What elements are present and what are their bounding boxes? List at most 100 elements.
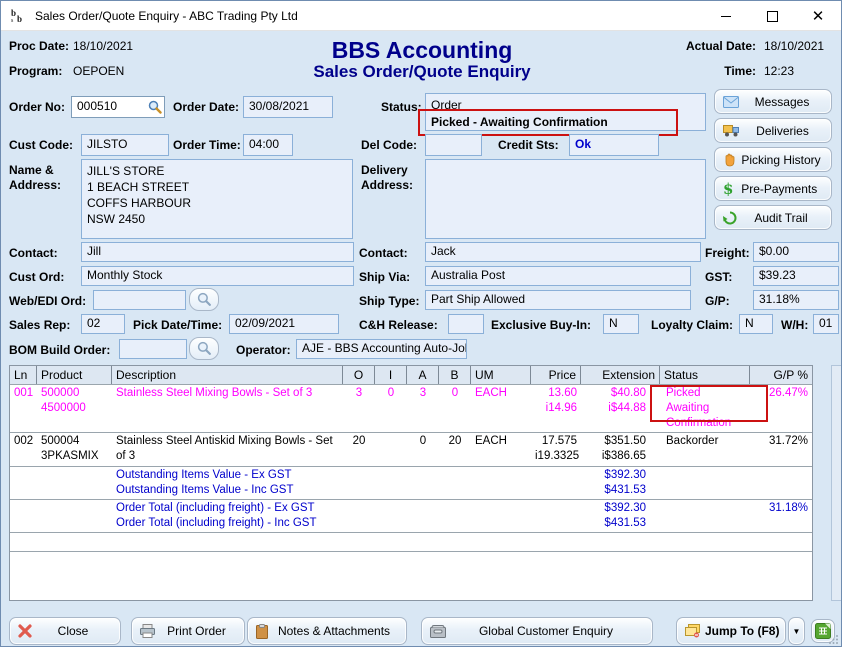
cell-product-line2: 3PKASMIX <box>41 449 108 464</box>
cust-code-field: JILSTO <box>81 134 169 156</box>
app-window: b b s Sales Order/Quote Enquiry - ABC Tr… <box>0 0 842 647</box>
cell-a: 3 <box>407 385 439 432</box>
wh-label: W/H: <box>781 318 808 332</box>
audit-trail-button-label: Audit Trail <box>741 211 831 225</box>
cell-extension-line1: $351.50 <box>585 434 646 449</box>
column-header-a: A <box>407 366 439 384</box>
cell-extension-line2: i$386.65 <box>585 449 646 464</box>
global-customer-enquiry-button[interactable]: Global Customer Enquiry <box>421 617 653 645</box>
line-items-table: Ln Product Description O I A B UM Price … <box>9 365 813 601</box>
sales-rep-field: 02 <box>81 314 125 334</box>
outstanding-inc-gst-label: Outstanding Items Value - Inc GST <box>116 483 339 498</box>
loyalty-claim-field: N <box>739 314 773 334</box>
address-line-4: NSW 2450 <box>87 211 347 227</box>
cell-i <box>375 433 407 466</box>
time-value: 12:23 <box>764 64 794 78</box>
jump-folders-icon <box>685 624 701 638</box>
table-scrollbar[interactable] <box>831 365 842 601</box>
name-address-label: Name & Address: <box>9 163 71 193</box>
close-button[interactable]: Close <box>9 617 121 645</box>
print-order-button-label: Print Order <box>159 624 244 638</box>
table-row-002[interactable]: 002 500004 3PKASMIX Stainless Steel Anti… <box>10 433 812 467</box>
cell-price-line2: i19.3325 <box>535 449 577 464</box>
jump-to-dropdown-button[interactable]: ▼ <box>788 617 805 645</box>
cell-status: Picked Awaiting Confirmation <box>660 385 750 432</box>
maximize-button[interactable] <box>749 1 795 31</box>
column-header-o: O <box>343 366 375 384</box>
order-total-summary-row: Order Total (including freight) - Ex GST… <box>10 500 812 533</box>
bom-search-button[interactable] <box>189 337 219 360</box>
ch-release-field <box>448 314 484 334</box>
status-label: Status: <box>381 100 422 114</box>
exclusive-buyin-label: Exclusive Buy-In: <box>491 318 591 332</box>
picking-history-button-label: Picking History <box>741 153 831 167</box>
contact-field: Jill <box>81 242 354 262</box>
outstanding-summary-row: Outstanding Items Value - Ex GST Outstan… <box>10 467 812 500</box>
resize-grip[interactable] <box>829 634 839 644</box>
truck-icon <box>723 124 740 137</box>
dollar-icon: $ <box>723 180 733 198</box>
print-order-button[interactable]: Print Order <box>131 617 245 645</box>
gp-field: 31.18% <box>753 290 839 310</box>
notes-attachments-button[interactable]: Notes & Attachments <box>247 617 407 645</box>
ch-release-label: C&H Release: <box>359 318 438 332</box>
bom-build-order-label: BOM Build Order: <box>9 343 110 357</box>
credit-sts-field: Ok <box>569 134 659 156</box>
cell-extension-line2: i$44.88 <box>585 401 646 416</box>
status-line-1: Order <box>431 97 700 114</box>
sales-rep-label: Sales Rep: <box>9 318 70 332</box>
web-edi-search-button[interactable] <box>189 288 219 311</box>
card-file-icon <box>430 625 446 638</box>
cust-ord-field: Monthly Stock <box>81 266 354 286</box>
cell-description: Stainless Steel Mixing Bowls - Set of 3 <box>112 385 343 432</box>
address-line-2: 1 BEACH STREET <box>87 179 347 195</box>
close-window-button[interactable]: ✕ <box>795 1 841 31</box>
jump-to-button[interactable]: Jump To (F8) <box>676 617 786 645</box>
cell-ln: 002 <box>14 434 33 449</box>
close-window-icon: ✕ <box>812 9 825 24</box>
wh-field: 01 <box>813 314 839 334</box>
cell-product-line2: 4500000 <box>41 401 108 416</box>
ship-type-label: Ship Type: <box>359 294 419 308</box>
search-icon <box>197 292 212 307</box>
order-no-search-icon[interactable] <box>148 100 162 114</box>
delivery-address-field <box>425 159 706 239</box>
deliveries-button-label: Deliveries <box>744 124 831 138</box>
del-code-field <box>425 134 482 156</box>
deliveries-button[interactable]: Deliveries <box>714 118 832 143</box>
audit-trail-button[interactable]: Audit Trail <box>714 205 832 230</box>
column-header-extension: Extension <box>581 366 660 384</box>
cell-b: 0 <box>439 385 471 432</box>
order-no-input[interactable]: 000510 <box>71 96 165 118</box>
delivery-address-label: Delivery Address: <box>361 163 423 193</box>
cell-price-line1: 17.575 <box>535 434 577 449</box>
order-time-label: Order Time: <box>173 138 241 152</box>
order-date-field: 30/08/2021 <box>243 96 333 118</box>
freight-field: $0.00 <box>753 242 839 262</box>
app-logo-icon: b b s <box>10 7 27 24</box>
messages-button[interactable]: Messages <box>714 89 832 114</box>
picking-history-button[interactable]: Picking History <box>714 147 832 172</box>
ship-type-field: Part Ship Allowed <box>425 290 691 310</box>
table-row-001[interactable]: 001 500000 4500000 Stainless Steel Mixin… <box>10 385 812 433</box>
pre-payments-button[interactable]: $ Pre-Payments <box>714 176 832 201</box>
notes-attachments-button-label: Notes & Attachments <box>272 624 406 638</box>
empty-table-row <box>10 533 812 552</box>
cell-o: 20 <box>343 433 375 466</box>
address-line-1: JILL'S STORE <box>87 163 347 179</box>
web-edi-ord-label: Web/EDI Ord: <box>9 294 86 308</box>
column-header-i: I <box>375 366 407 384</box>
maximize-icon <box>767 11 778 22</box>
messages-button-label: Messages <box>743 95 831 109</box>
time-label: Time: <box>661 64 756 78</box>
actual-date-label: Actual Date: <box>661 39 756 53</box>
column-header-product: Product <box>37 366 112 384</box>
name-address-field: JILL'S STORE 1 BEACH STREET COFFS HARBOU… <box>81 159 353 239</box>
recycle-icon <box>723 211 737 225</box>
close-icon <box>18 624 32 638</box>
cell-i: 0 <box>375 385 407 432</box>
minimize-button[interactable] <box>703 1 749 31</box>
cell-description: Stainless Steel Antiskid Mixing Bowls - … <box>112 433 343 466</box>
outstanding-ex-gst-label: Outstanding Items Value - Ex GST <box>116 468 339 483</box>
printer-icon <box>140 624 155 638</box>
